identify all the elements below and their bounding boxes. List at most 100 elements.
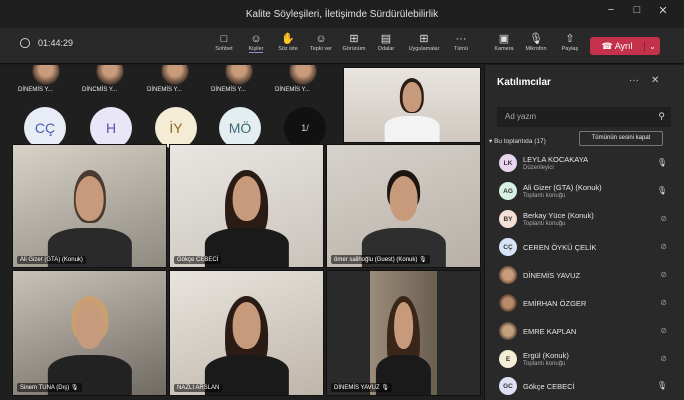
video-tile[interactable]: Gökçe CEBECİ [169,144,324,268]
share-button[interactable]: ⇧ Paylaş [552,32,588,62]
close-panel-icon[interactable]: ✕ [651,75,659,86]
more-button[interactable]: ··· Tümü [443,32,479,62]
microphone-icon: 🎙 [656,381,667,390]
minimize-button[interactable]: − [598,4,624,17]
window-controls: − □ ✕ [598,4,676,17]
participant-row[interactable]: BY Berkay Yüce (Konuk) Toplantı konuğu ⊘ [499,207,671,233]
more-options-icon[interactable]: ··· [629,75,639,86]
section-header[interactable]: ▾ Bu toplantıda (17) [489,137,546,145]
participant-name: CEREN ÖYKÜ ÇELİK [523,243,597,252]
participant-role: Düzenleyici [523,165,554,171]
microphone-muted-icon: 🎙 [419,257,427,263]
participant-name: Ergül (Konuk) [523,351,569,360]
thumbnail-name: DİNEMİS Y... [211,87,246,93]
participant-figure [204,163,289,267]
microphone-label: Mikrofon [525,46,547,52]
avatar[interactable]: CÇ [24,107,66,149]
avatar [499,322,517,340]
react-button[interactable]: ☺ Tepki ver [303,32,339,62]
raise-hand-label: Söz iste [278,46,298,52]
thumbnail-participant[interactable]: DİNEMİS Y... [275,65,333,95]
participant-face [161,65,189,85]
overflow-page-indicator[interactable]: 1/ [284,107,326,149]
participant-row[interactable]: E Ergül (Konuk) Toplantı konuğu ⊘ [499,347,671,373]
phone-hangup-icon: ☎ [601,40,613,51]
participant-row[interactable]: EMRE KAPLAN ⊘ [499,319,671,345]
layout-button[interactable]: ⊞ Görünüm [336,32,372,62]
window-titlebar: Kalite Söyleşileri, İletişimde Sürdürüle… [0,0,684,28]
microphone-muted-icon: ⊘ [660,354,667,363]
people-icon: ☺ [250,33,262,45]
participant-name-label: Gökçe CEBECİ [174,256,222,264]
thumbnail-participant[interactable]: DİNEMİS Y... [211,65,269,95]
participant-row[interactable]: LK LEYLA KOCAKAYA Düzenleyici 🎙 [499,151,671,177]
microphone-muted-icon: ⊘ [660,326,667,335]
avatar: GC [499,377,517,395]
video-tile[interactable]: DİNEMİS YAVUZ 🎙 [326,270,481,396]
timer-text: 01:44:29 [38,38,74,48]
close-window-button[interactable]: ✕ [650,4,676,17]
rooms-button[interactable]: ▤ Odalar [368,32,404,62]
participant-name: EMİRHAN ÖZGER [523,299,587,308]
thumbnail-participant[interactable]: DİNEMİS Y... [18,65,76,95]
mute-all-button[interactable]: Tümünün sesini kapat [579,131,663,146]
chat-button[interactable]: □ Sohbet [206,32,242,62]
avatar [499,294,517,312]
share-label: Paylaş [561,46,579,52]
people-button[interactable]: ☺ Kişiler [238,32,274,62]
avatar: BY [499,210,517,228]
video-stage: DİNEMİS Y... DİNCMİS Y... DİNEMİS Y... D… [0,65,484,400]
people-label: Kişiler [248,46,264,53]
avatar: CÇ [499,238,517,256]
meeting-timer: 01:44:29 [20,38,73,48]
participant-figure [204,290,289,395]
avatar: LK [499,154,517,172]
participant-row[interactable]: EMİRHAN ÖZGER ⊘ [499,291,671,317]
apps-button[interactable]: ⊞ Uygulamalar [406,32,442,62]
participant-name: LEYLA KOCAKAYA [523,155,589,164]
microphone-muted-icon: ⊘ [660,242,667,251]
participant-name-label: NAZLI ARSLAN [174,384,223,392]
video-tile[interactable]: NAZLI ARSLAN [169,270,324,396]
search-input[interactable]: Ad yazın ⚲ [497,107,671,127]
video-tile[interactable]: Sinem TUNA (Dış) 🎙 [12,270,167,396]
video-tile[interactable]: ömer salihoğlu (Guest) (Konuk) 🎙 [326,144,481,268]
microphone-button[interactable]: 🎙 Mikrofon [518,32,554,62]
thumbnail-name: DİNCMİS Y... [82,87,118,93]
panel-title: Katılımcılar [497,77,551,88]
leave-button[interactable]: ☎ Ayrıl ⌄ [590,37,660,55]
participant-figure [361,163,446,267]
participant-name: EMRE KAPLAN [523,327,577,336]
video-tile[interactable]: Ali Gizer (GTA) (Konuk) [12,144,167,268]
participant-figure [384,74,440,142]
chevron-down-icon[interactable]: ⌄ [644,41,660,51]
thumbnail-name: DİNEMİS Y... [147,87,182,93]
avatar[interactable]: İY [155,107,197,149]
participant-row[interactable]: DİNEMİS YAVUZ ⊘ [499,263,671,289]
leave-label: ☎ Ayrıl [590,41,644,52]
microphone-muted-icon: ⊘ [660,298,667,307]
rooms-icon: ▤ [380,33,392,45]
participant-name: DİNEMİS YAVUZ [523,271,581,280]
participant-figure [47,163,132,267]
raise-hand-button[interactable]: ✋ Söz iste [270,32,306,62]
participant-role: Toplantı konuğu [523,221,566,227]
thumbnail-participant[interactable]: DİNCMİS Y... [82,65,140,95]
shield-icon [20,38,30,48]
participant-row[interactable]: CÇ CEREN ÖYKÜ ÇELİK ⊘ [499,235,671,261]
maximize-button[interactable]: □ [624,4,650,17]
participant-row[interactable]: AG Ali Gizer (GTA) (Konuk) Toplantı konu… [499,179,671,205]
thumbnail-participant[interactable]: DİNEMİS Y... [147,65,205,95]
thumbnail-name: DİNEMİS Y... [275,87,310,93]
speaker-video[interactable] [343,67,481,143]
avatar[interactable]: H [90,107,132,149]
leave-text: Ayrıl [614,40,633,51]
rooms-label: Odalar [377,46,395,52]
participant-name-text: DİNEMİS YAVUZ [334,385,380,391]
camera-button[interactable]: ▣ Kamera [486,32,522,62]
section-label: Bu toplantıda (17) [494,138,546,145]
participant-row[interactable]: GC Gökçe CEBECİ 🎙 [499,374,671,400]
avatar[interactable]: MÖ [219,107,261,149]
emoji-icon: ☺ [315,33,327,45]
window-title: Kalite Söyleşileri, İletişimde Sürdürüle… [245,8,439,20]
